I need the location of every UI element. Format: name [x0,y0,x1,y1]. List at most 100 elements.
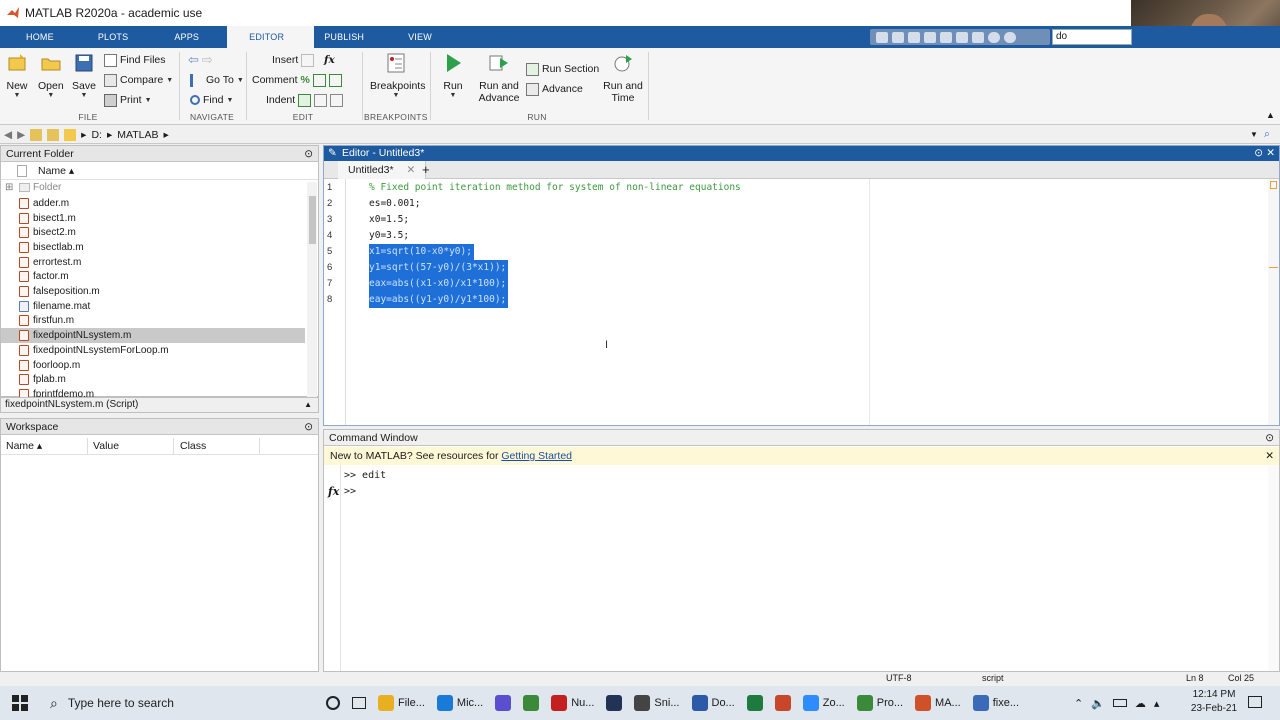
ws-col-name[interactable]: Name ▴ [6,440,42,452]
details-collapse-icon[interactable]: ▲ [304,398,312,412]
network-icon[interactable]: ▴ [1154,697,1160,710]
taskbar-app[interactable] [769,686,797,720]
taskbar-app[interactable]: Do... [686,686,741,720]
tray-chevron-icon[interactable]: ⌃ [1074,697,1083,710]
advance-button[interactable]: Advance [526,80,583,98]
taskbar-app[interactable]: Pro... [851,686,909,720]
code-line[interactable]: 4 y0=3.5; [324,228,864,244]
code-line[interactable]: 7 eax=abs((x1-x0)/x1*100); [324,276,864,292]
uncomment-icon[interactable] [328,73,342,87]
paste-quick-icon[interactable] [924,31,936,43]
tab-home[interactable]: HOME [0,26,68,48]
save-button[interactable]: Save ▼ [72,52,96,99]
editor-close-icon[interactable]: ✕ [1266,146,1275,161]
increase-indent-icon[interactable] [314,93,328,107]
forward-icon[interactable]: ▶ [17,129,25,141]
editor-tab-untitled3[interactable]: Untitled3* ✕ [338,161,427,179]
battery-icon[interactable] [1112,699,1127,707]
insert-button[interactable]: Insert [272,51,315,69]
tab-view[interactable]: VIEW [388,26,452,48]
taskbar-app[interactable]: Sni... [628,686,685,720]
file-list-item[interactable]: firstfun.m [1,314,305,329]
taskbar-app[interactable]: Mic... [431,686,489,720]
file-list-item[interactable]: bisectlab.m [1,240,305,255]
panel-menu-icon[interactable]: ⊙ [304,146,313,162]
nav-back-forward[interactable]: ⇦ ⇨ [188,51,213,69]
decrease-indent-icon[interactable] [330,93,344,107]
run-button[interactable]: Run ▼ [440,52,466,99]
onedrive-icon[interactable]: ☁ [1135,697,1146,710]
settings-icon[interactable] [1004,31,1016,43]
code-line[interactable]: 5 x1=sqrt(10-x0*y0); [324,244,864,260]
tab-apps[interactable]: APPS [156,26,227,48]
address-dropdown-icon[interactable]: ▼ [1250,130,1258,139]
copy-quick-icon[interactable] [908,31,920,43]
editor-scrollbar[interactable] [1268,179,1279,425]
file-details-bar[interactable]: fixedpointNLsystem.m (Script) ▲ [0,397,319,413]
folder-row[interactable]: ⊞ Folder [1,181,305,196]
editor-menu-icon[interactable]: ⊙ [1254,146,1263,161]
insert-function-button[interactable]: fx [324,51,335,69]
back-arrow-icon[interactable]: ⇦ [188,52,199,68]
taskbar-app[interactable] [600,686,628,720]
function-browser-icon[interactable]: fx [328,485,339,498]
tab-publish[interactable]: PUBLISH [314,26,388,48]
breakpoints-button[interactable]: Breakpoints ▼ [370,52,425,99]
taskbar-app[interactable]: fixe... [967,686,1025,720]
comment-toggle-icon[interactable] [312,73,326,87]
ws-col-value[interactable]: Value [93,440,119,452]
open-button[interactable]: Open ▼ [38,52,64,99]
find-button[interactable]: Find ▼ [190,91,233,109]
print-button[interactable]: Print ▼ [104,91,152,109]
collapse-ribbon-icon[interactable]: ▲ [1266,110,1275,120]
file-list-item[interactable]: fixedpointNLsystemForLoop.m [1,343,305,358]
file-list-item[interactable]: foorloop.m [1,358,305,373]
code-line[interactable]: 8 eay=abs((y1-y0)/y1*100); [324,292,864,308]
tab-close-icon[interactable]: ✕ [406,164,415,176]
save-quick-icon[interactable] [876,31,888,43]
cut-quick-icon[interactable] [892,31,904,43]
taskbar-app[interactable]: MA... [909,686,967,720]
run-section-button[interactable]: Run Section [526,60,599,78]
cortana-button[interactable] [320,686,346,720]
notifications-icon[interactable] [1248,696,1262,708]
undo-quick-icon[interactable] [940,31,952,43]
file-list-item[interactable]: errortest.m [1,255,305,270]
file-list-item[interactable]: bisect2.m [1,225,305,240]
switch-windows-icon[interactable] [972,31,984,43]
run-and-time-button[interactable]: Run and Time [602,52,644,104]
name-column-header[interactable]: Name ▴ [38,165,74,177]
command-prompt[interactable]: >> [344,486,356,497]
command-window-scrollbar[interactable] [1268,465,1279,671]
path-drive[interactable]: D: [91,129,102,141]
taskbar-app[interactable]: File... [372,686,431,720]
tab-editor[interactable]: EDITOR [227,26,315,48]
compare-button[interactable]: Compare ▼ [104,71,173,89]
up-folder-icon[interactable] [30,128,43,141]
path-folder[interactable]: MATLAB [117,129,158,141]
code-line[interactable]: 3 x0=1.5; [324,212,864,228]
panel-menu-icon[interactable]: ⊙ [1265,430,1274,446]
forward-arrow-icon[interactable]: ⇨ [202,52,213,68]
indent-button[interactable]: Indent [266,91,344,109]
clock[interactable]: 12:14 PM 23-Feb-21 [1188,688,1240,716]
redo-quick-icon[interactable] [956,31,968,43]
getting-started-link[interactable]: Getting Started [501,450,572,462]
ws-col-class[interactable]: Class [180,440,206,452]
code-line[interactable]: 2 es=0.001; [324,196,864,212]
taskbar-app[interactable] [741,686,769,720]
taskbar-app[interactable]: Nu... [545,686,600,720]
file-list-item[interactable]: adder.m [1,196,305,211]
taskbar-app[interactable]: Zo... [797,686,851,720]
go-to-button[interactable]: Go To ▼ [190,71,244,89]
file-list-item[interactable]: falseposition.m [1,284,305,299]
code-line[interactable]: 6 y1=sqrt((57-y0)/(3*x1)); [324,260,864,276]
help-icon[interactable] [988,31,1000,43]
tab-plots[interactable]: PLOTS [68,26,157,48]
file-list-item[interactable]: bisect1.m [1,211,305,226]
smart-indent-icon[interactable] [298,93,312,107]
file-list-item[interactable]: fplab.m [1,372,305,387]
browse-folder-icon[interactable] [47,128,60,141]
file-list-item[interactable]: filename.mat [1,299,305,314]
code-line[interactable]: 1 % Fixed point iteration method for syst… [324,180,864,196]
